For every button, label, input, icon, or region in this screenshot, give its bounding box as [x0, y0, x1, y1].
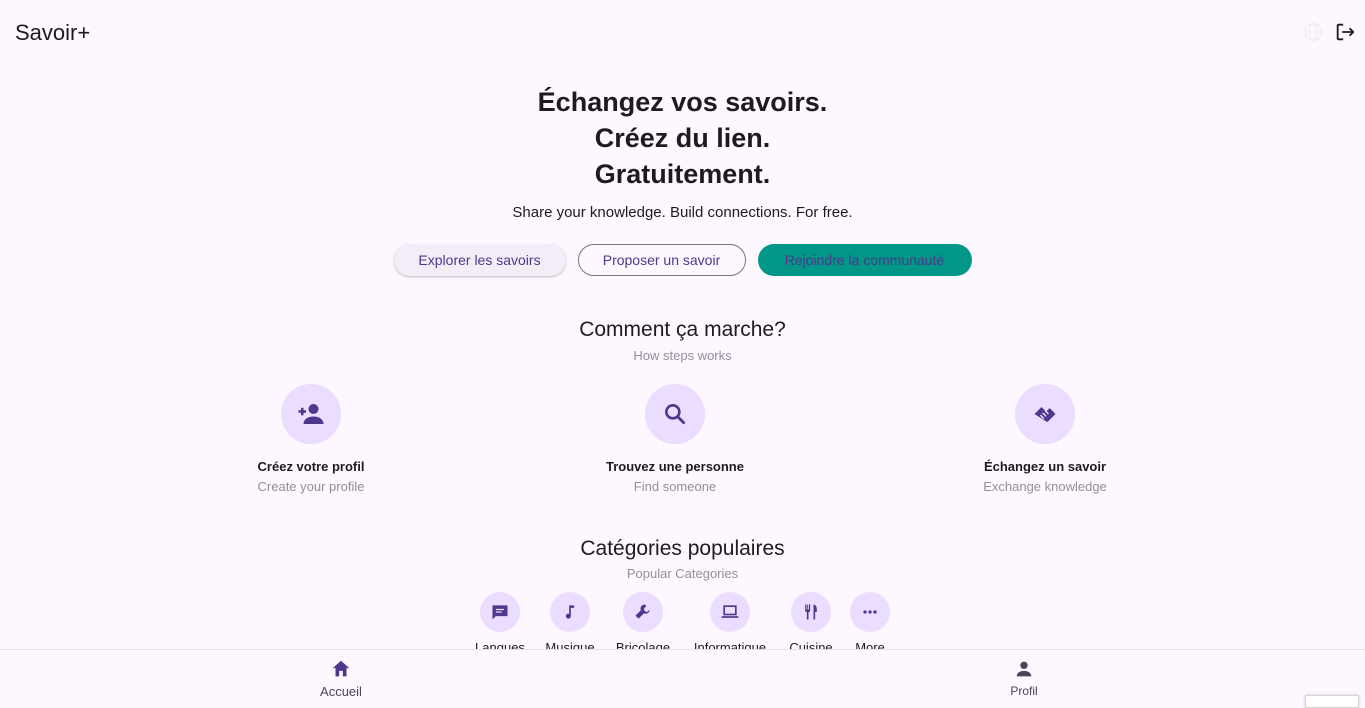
- step-create-profile: Créez votre profil Create your profile: [191, 384, 431, 494]
- step-find-someone: Trouvez une personne Find someone: [555, 384, 795, 494]
- step-subtitle: Exchange knowledge: [983, 479, 1107, 494]
- logout-icon[interactable]: [1334, 21, 1356, 43]
- step-title: Créez votre profil: [257, 459, 365, 474]
- propose-button[interactable]: Proposer un savoir: [577, 244, 746, 276]
- step-title: Échangez un savoir: [983, 459, 1107, 474]
- person-add-icon: [281, 384, 341, 444]
- hero-headline-2: Créez du lien.: [594, 123, 771, 153]
- handshake-icon: [1015, 384, 1075, 444]
- more-horiz-icon[interactable]: [850, 592, 890, 632]
- step-title: Trouvez une personne: [606, 459, 744, 474]
- categories-title: Catégories populaires: [580, 537, 785, 560]
- step-exchange: Échangez un savoir Exchange knowledge: [925, 384, 1165, 494]
- app-bar: Savoir+: [0, 0, 1365, 64]
- home-icon: [330, 658, 352, 680]
- hero-headline-1: Échangez vos savoirs.: [537, 87, 828, 117]
- wrench-icon[interactable]: [623, 592, 663, 632]
- music-note-icon[interactable]: [550, 592, 590, 632]
- nav-item-profil[interactable]: Profil: [964, 658, 1084, 698]
- bottom-nav: Accueil Profil: [0, 649, 1365, 708]
- step-subtitle: Create your profile: [257, 479, 365, 494]
- nav-label: Profil: [1010, 684, 1038, 698]
- hero-section: Échangez vos savoirs. Créez du lien. Gra…: [0, 84, 1365, 221]
- how-it-works-title: Comment ça marche?: [579, 318, 786, 341]
- category-bricolage[interactable]: Bricolage: [593, 592, 693, 651]
- explore-button[interactable]: Explorer les savoirs: [393, 244, 566, 276]
- nav-label: Accueil: [320, 684, 362, 699]
- laptop-icon[interactable]: [710, 592, 750, 632]
- search-icon: [645, 384, 705, 444]
- hero-subtitle: Share your knowledge. Build connections.…: [512, 204, 853, 221]
- how-it-works-subtitle: How steps works: [633, 348, 732, 363]
- step-subtitle: Find someone: [633, 479, 717, 494]
- category-more[interactable]: More: [820, 592, 920, 651]
- categories-subtitle: Popular Categories: [626, 566, 739, 581]
- join-button[interactable]: Rejoindre la communauté: [757, 244, 972, 276]
- app-title: Savoir+: [15, 20, 91, 45]
- chat-icon[interactable]: [480, 592, 520, 632]
- hero-headline-3: Gratuitement.: [594, 159, 771, 189]
- recaptcha-badge[interactable]: [1305, 695, 1359, 708]
- person-icon: [1013, 658, 1035, 680]
- nav-item-accueil[interactable]: Accueil: [281, 658, 401, 699]
- cta-row: Explorer les savoirs Proposer un savoir …: [0, 244, 1365, 276]
- globe-icon[interactable]: [1302, 21, 1324, 43]
